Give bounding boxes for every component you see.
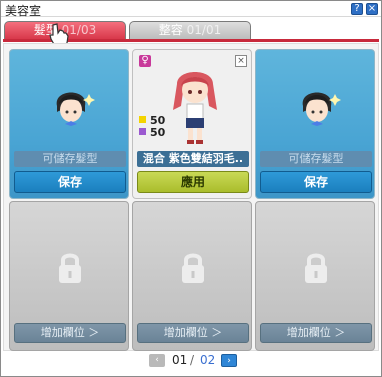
window-title: 美容室 (5, 4, 42, 18)
hairstyle-name: 混合 紫色雙結羽毛.. (137, 151, 249, 167)
character-preview-icon (173, 72, 217, 144)
female-icon: ♀ (139, 55, 151, 67)
stat-value-2: 50 (150, 126, 166, 139)
add-slot-button[interactable]: 增加欄位 ＞ (260, 323, 372, 343)
hair-preview-icon (302, 92, 341, 126)
beauty-salon-window: 美容室 ? × 髮型 01/03 整容 01/01 可儲存髮型 保存 ♀ × 5… (0, 0, 382, 377)
slot-locked-3[interactable]: 增加欄位 ＞ (255, 201, 375, 351)
pagination: ‹ 01 / 02 › (1, 353, 381, 371)
close-icon: × (367, 3, 377, 14)
remove-slot-button[interactable]: × (235, 55, 247, 67)
slot-locked-2[interactable]: 增加欄位 ＞ (132, 201, 252, 351)
add-slot-button[interactable]: 增加欄位 ＞ (137, 323, 249, 343)
tab-face[interactable]: 整容 01/01 (129, 21, 251, 39)
prev-page-icon: ‹ (155, 355, 159, 365)
hair-preview-icon (56, 92, 95, 126)
yellow-swatch-icon (139, 116, 146, 123)
page-separator: / (190, 353, 195, 367)
close-button[interactable]: × (366, 3, 378, 15)
lock-icon (182, 253, 204, 283)
stat-row-2: 50 (139, 126, 165, 139)
slot-label: 可儲存髮型 (14, 151, 126, 167)
next-page-icon: › (227, 356, 231, 366)
slot-locked-1[interactable]: 增加欄位 ＞ (9, 201, 129, 351)
current-page: 01 (172, 353, 188, 367)
next-page-button[interactable]: › (221, 354, 237, 367)
apply-button[interactable]: 應用 (137, 171, 249, 193)
save-button[interactable]: 保存 (14, 171, 126, 193)
tab-label: 整容 (158, 23, 183, 37)
question-icon: ? (354, 3, 360, 14)
save-button[interactable]: 保存 (260, 171, 372, 193)
slot-label: 可儲存髮型 (260, 151, 372, 167)
slot-saved-1[interactable]: 可儲存髮型 保存 (9, 49, 129, 199)
help-button[interactable]: ? (351, 3, 363, 15)
slot-saved-2[interactable]: 可儲存髮型 保存 (255, 49, 375, 199)
title-bar[interactable]: 美容室 ? × (1, 1, 381, 18)
prev-page-button[interactable]: ‹ (149, 354, 165, 367)
add-slot-button[interactable]: 增加欄位 ＞ (14, 323, 126, 343)
slot-current[interactable]: ♀ × 50 50 混合 紫色雙結羽毛.. 應用 (132, 49, 252, 199)
purple-swatch-icon (139, 128, 146, 135)
lock-icon (305, 253, 327, 283)
tab-count: 01/01 (186, 23, 222, 37)
lock-icon (59, 253, 81, 283)
total-pages: 02 (200, 353, 216, 367)
